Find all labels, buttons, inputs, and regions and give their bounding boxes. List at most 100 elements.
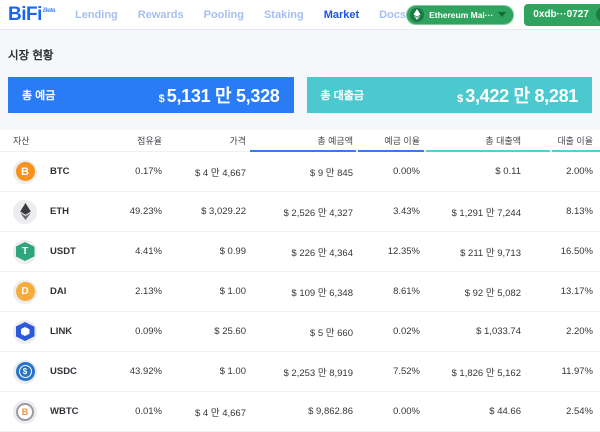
asset-cell: D DAI bbox=[0, 280, 100, 304]
table-row-usdc[interactable]: $ USDC 43.92% $ 1.00 $ 2,253 만 8,919 7.5… bbox=[0, 352, 600, 392]
share-cell: 2.13% bbox=[100, 286, 163, 297]
price-cell: $ 3,029.22 bbox=[163, 206, 247, 217]
col-header-loan: 총 대출액 bbox=[424, 134, 525, 147]
eth-icon bbox=[13, 200, 37, 224]
dai-icon: D bbox=[13, 280, 37, 304]
page-title: 시장 현황 bbox=[8, 47, 592, 61]
loan-column-underline bbox=[426, 150, 550, 152]
market-page: 시장 현황 총 예금 $ 5,131 만 5,328 총 대출금 $ 3,422… bbox=[0, 47, 600, 432]
deposit-column-underline bbox=[250, 150, 356, 152]
share-cell: 0.09% bbox=[100, 326, 163, 337]
asset-cell: LINK bbox=[0, 320, 100, 344]
nav-item-pooling[interactable]: Pooling bbox=[204, 9, 244, 21]
deposit-cell: $ 9 만 845 bbox=[247, 165, 356, 179]
btc-icon: B bbox=[13, 160, 37, 184]
asset-cell: T USDT bbox=[0, 240, 100, 264]
loan-rate-cell: 2.20% bbox=[525, 326, 600, 337]
col-header-deposit-rate: 예금 이율 bbox=[356, 134, 424, 147]
currency-symbol: $ bbox=[457, 93, 463, 105]
beta-badge: Beta bbox=[43, 7, 55, 14]
deposit-rate-cell: 8.61% bbox=[356, 286, 424, 297]
check-icon: ✓ bbox=[596, 7, 600, 22]
top-navigation-bar: BiFiBeta Lending Rewards Pooling Staking… bbox=[0, 0, 600, 30]
deposit-rate-cell: 3.43% bbox=[356, 206, 424, 217]
table-row-usdt[interactable]: T USDT 4.41% $ 0.99 $ 226 만 4,364 12.35%… bbox=[0, 232, 600, 272]
loan-cell: $ 44.66 bbox=[424, 406, 525, 417]
ethereum-icon bbox=[410, 8, 424, 22]
nav-item-rewards[interactable]: Rewards bbox=[138, 9, 184, 21]
market-assets-table: 자산 점유율 가격 총 예금액 예금 이율 총 대출액 대출 이율 B BTC … bbox=[0, 130, 600, 432]
deposit-rate-cell: 0.02% bbox=[356, 326, 424, 337]
network-selector-button[interactable]: Ethereum Mai··· bbox=[406, 5, 514, 25]
table-row-eth[interactable]: ETH 49.23% $ 3,029.22 $ 2,526 만 4,327 3.… bbox=[0, 192, 600, 232]
loan-cell: $ 92 만 5,082 bbox=[424, 285, 525, 299]
price-cell: $ 1.00 bbox=[163, 286, 247, 297]
wallet-address-button[interactable]: 0xdb···0727 ✓ bbox=[524, 4, 600, 26]
loan-rate-cell: 2.54% bbox=[525, 406, 600, 417]
price-cell: $ 25.60 bbox=[163, 326, 247, 337]
deposit-cell: $ 9,862.86 bbox=[247, 406, 356, 417]
loan-rate-column-underline bbox=[552, 150, 600, 152]
nav-item-docs[interactable]: Docs bbox=[379, 9, 406, 21]
deposit-cell: $ 2,526 만 4,327 bbox=[247, 205, 356, 219]
deposit-rate-cell: 12.35% bbox=[356, 246, 424, 257]
total-loan-label: 총 대출금 bbox=[321, 87, 365, 103]
logo-text: BiFi bbox=[8, 4, 42, 25]
table-row-wbtc[interactable]: B WBTC 0.01% $ 4 만 4,667 $ 9,862.86 0.00… bbox=[0, 392, 600, 432]
deposit-rate-cell: 0.00% bbox=[356, 166, 424, 177]
nav-item-staking[interactable]: Staking bbox=[264, 9, 304, 21]
asset-cell: ETH bbox=[0, 200, 100, 224]
col-header-share: 점유율 bbox=[100, 134, 163, 147]
deposit-cell: $ 109 만 6,348 bbox=[247, 285, 356, 299]
share-cell: 4.41% bbox=[100, 246, 163, 257]
table-header-row: 자산 점유율 가격 총 예금액 예금 이율 총 대출액 대출 이율 bbox=[0, 130, 600, 152]
asset-cell: B WBTC bbox=[0, 400, 100, 424]
loan-rate-cell: 11.97% bbox=[525, 366, 600, 377]
loan-cell: $ 1,033.74 bbox=[424, 326, 525, 337]
total-deposit-value: $ 5,131 만 5,328 bbox=[159, 82, 280, 108]
deposit-cell: $ 2,253 만 8,919 bbox=[247, 365, 356, 379]
deposit-rate-column-underline bbox=[358, 150, 424, 152]
currency-symbol: $ bbox=[159, 93, 165, 105]
deposit-rate-cell: 7.52% bbox=[356, 366, 424, 377]
price-cell: $ 4 만 4,667 bbox=[163, 405, 247, 419]
loan-cell: $ 1,826 만 5,162 bbox=[424, 365, 525, 379]
wallet-address-label: 0xdb···0727 bbox=[533, 9, 589, 20]
bifi-logo[interactable]: BiFiBeta bbox=[8, 4, 55, 26]
asset-cell: B BTC bbox=[0, 160, 100, 184]
share-cell: 49.23% bbox=[100, 206, 163, 217]
share-cell: 0.17% bbox=[100, 166, 163, 177]
wbtc-icon: B bbox=[13, 400, 37, 424]
loan-cell: $ 211 만 9,713 bbox=[424, 245, 525, 259]
nav-item-market[interactable]: Market bbox=[324, 9, 359, 21]
table-row-link[interactable]: LINK 0.09% $ 25.60 $ 5 만 660 0.02% $ 1,0… bbox=[0, 312, 600, 352]
nav-item-lending[interactable]: Lending bbox=[75, 9, 118, 21]
link-icon bbox=[13, 320, 37, 344]
loan-cell: $ 1,291 만 7,244 bbox=[424, 205, 525, 219]
loan-rate-cell: 8.13% bbox=[525, 206, 600, 217]
col-header-loan-rate: 대출 이율 bbox=[525, 134, 600, 147]
share-cell: 43.92% bbox=[100, 366, 163, 377]
table-row-btc[interactable]: B BTC 0.17% $ 4 만 4,667 $ 9 만 845 0.00% … bbox=[0, 152, 600, 192]
usdc-icon: $ bbox=[13, 360, 37, 384]
total-loan-card: 총 대출금 $ 3,422 만 8,281 bbox=[307, 77, 593, 113]
deposit-rate-cell: 0.00% bbox=[356, 406, 424, 417]
share-cell: 0.01% bbox=[100, 406, 163, 417]
asset-cell: $ USDC bbox=[0, 360, 100, 384]
total-loan-value: $ 3,422 만 8,281 bbox=[457, 82, 578, 108]
loan-rate-cell: 16.50% bbox=[525, 246, 600, 257]
price-cell: $ 4 만 4,667 bbox=[163, 165, 247, 179]
loan-rate-cell: 2.00% bbox=[525, 166, 600, 177]
table-row-dai[interactable]: D DAI 2.13% $ 1.00 $ 109 만 6,348 8.61% $… bbox=[0, 272, 600, 312]
chevron-down-icon bbox=[498, 12, 506, 17]
summary-cards: 총 예금 $ 5,131 만 5,328 총 대출금 $ 3,422 만 8,2… bbox=[0, 77, 600, 113]
col-header-price: 가격 bbox=[163, 134, 247, 147]
loan-cell: $ 0.11 bbox=[424, 166, 525, 177]
network-label: Ethereum Mai··· bbox=[429, 10, 493, 20]
usdt-icon: T bbox=[13, 240, 37, 264]
price-cell: $ 1.00 bbox=[163, 366, 247, 377]
price-cell: $ 0.99 bbox=[163, 246, 247, 257]
main-nav: Lending Rewards Pooling Staking Market D… bbox=[75, 9, 406, 21]
total-deposit-card: 총 예금 $ 5,131 만 5,328 bbox=[8, 77, 294, 113]
col-header-asset: 자산 bbox=[0, 134, 100, 147]
